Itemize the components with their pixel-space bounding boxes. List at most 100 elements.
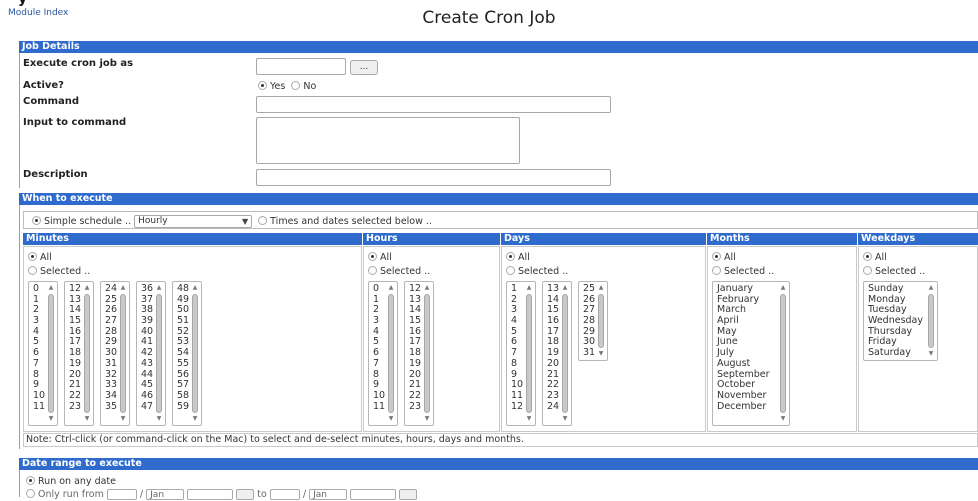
minute-listbox[interactable]: 36 37 38 39 40 41 42 43 44 45 46 47 ▲ ▼ [136, 281, 166, 426]
hours-selected-radio[interactable] [368, 266, 377, 275]
minute-option[interactable]: 22 [69, 390, 81, 402]
from-month-select[interactable]: Jan [146, 489, 185, 500]
user-chooser-button[interactable]: ... [350, 60, 378, 75]
day-listbox[interactable]: 25 26 27 28 29 30 31 ▲ ▼ [578, 281, 608, 361]
scroll-up-icon[interactable]: ▲ [387, 284, 395, 292]
weekdays-selected-radio[interactable] [863, 266, 872, 275]
minute-option[interactable]: 35 [105, 401, 117, 413]
day-listbox[interactable]: 13 14 15 16 17 18 19 20 21 22 23 24 ▲ ▼ [542, 281, 572, 426]
scrollbar[interactable]: ▲ ▼ [423, 284, 431, 423]
active-yes-radio[interactable] [258, 81, 267, 90]
month-option[interactable]: December [717, 401, 770, 413]
active-no-radio[interactable] [291, 81, 301, 90]
scrollbar[interactable]: ▲ ▼ [927, 284, 935, 358]
minute-listbox[interactable]: 12 13 14 15 16 17 18 19 20 21 22 23 ▲ ▼ [64, 281, 94, 426]
day-option[interactable]: 24 [547, 401, 559, 413]
from-day-input[interactable] [106, 489, 137, 500]
scroll-up-icon[interactable]: ▲ [927, 284, 935, 292]
scrollbar[interactable]: ▲ ▼ [779, 284, 787, 423]
command-input[interactable] [256, 96, 611, 113]
hour-option[interactable]: 19 [409, 358, 421, 370]
to-day-input[interactable] [269, 489, 300, 500]
scroll-thumb[interactable] [562, 294, 568, 413]
months-selected-radio[interactable] [712, 266, 721, 275]
month-listbox[interactable]: January February March April May June July Augu… [712, 281, 790, 426]
hour-option[interactable]: 22 [409, 390, 421, 402]
scroll-thumb[interactable] [526, 294, 532, 413]
minute-option[interactable]: 7 [33, 358, 45, 370]
minute-option[interactable]: 46 [141, 390, 153, 402]
scroll-up-icon[interactable]: ▲ [47, 284, 55, 292]
any-date-radio[interactable] [26, 476, 35, 485]
hour-option[interactable]: 11 [373, 401, 385, 413]
from-calendar-button[interactable] [236, 489, 255, 500]
minute-option[interactable]: 10 [33, 390, 45, 402]
month-option[interactable]: November [717, 390, 770, 402]
scrollbar[interactable]: ▲ ▼ [119, 284, 127, 423]
simple-schedule-radio[interactable] [32, 216, 41, 225]
scroll-down-icon[interactable]: ▼ [387, 415, 395, 423]
weekday-option[interactable]: Saturday [868, 347, 923, 359]
minutes-all-radio[interactable] [28, 252, 37, 261]
scrollbar[interactable]: ▲ ▼ [47, 284, 55, 423]
scrollbar[interactable]: ▲ ▼ [525, 284, 533, 423]
day-listbox[interactable]: 1 2 3 4 5 6 7 8 9 10 11 12 ▲ ▼ [506, 281, 536, 426]
minute-option[interactable]: 58 [177, 390, 189, 402]
months-all-radio[interactable] [712, 252, 721, 261]
scroll-up-icon[interactable]: ▲ [779, 284, 787, 292]
simple-schedule-select[interactable]: Hourly ▼ [134, 215, 253, 228]
scrollbar[interactable]: ▲ ▼ [191, 284, 199, 423]
scroll-thumb[interactable] [388, 294, 394, 413]
minute-option[interactable]: 19 [69, 358, 81, 370]
scrollbar[interactable]: ▲ ▼ [597, 284, 605, 358]
scroll-thumb[interactable] [192, 294, 198, 413]
scroll-up-icon[interactable]: ▲ [119, 284, 127, 292]
minute-option[interactable]: 47 [141, 401, 153, 413]
scroll-thumb[interactable] [424, 294, 430, 413]
weekday-listbox[interactable]: Sunday Monday Tuesday Wednesday Thursday Frid… [863, 281, 938, 361]
minute-option[interactable]: 34 [105, 390, 117, 402]
minute-listbox[interactable]: 48 49 50 51 52 53 54 55 56 57 58 59 ▲ ▼ [172, 281, 202, 426]
minute-listbox[interactable]: 24 25 26 27 28 29 30 31 32 33 34 35 ▲ ▼ [100, 281, 130, 426]
times-dates-radio[interactable] [258, 216, 268, 225]
to-calendar-button[interactable] [399, 489, 418, 500]
scroll-down-icon[interactable]: ▼ [561, 415, 569, 423]
scroll-up-icon[interactable]: ▲ [155, 284, 163, 292]
hour-listbox[interactable]: 12 13 14 15 16 17 18 19 20 21 22 23 ▲ ▼ [404, 281, 434, 426]
scroll-up-icon[interactable]: ▲ [83, 284, 91, 292]
hour-option[interactable]: 10 [373, 390, 385, 402]
from-year-input[interactable] [187, 489, 234, 500]
description-input[interactable] [256, 169, 611, 186]
scroll-down-icon[interactable]: ▼ [83, 415, 91, 423]
minute-option[interactable]: 59 [177, 401, 189, 413]
scroll-thumb[interactable] [156, 294, 162, 413]
days-all-radio[interactable] [506, 252, 515, 261]
minute-option[interactable]: 55 [177, 358, 189, 370]
scroll-up-icon[interactable]: ▲ [423, 284, 431, 292]
scroll-thumb[interactable] [84, 294, 90, 413]
hour-option[interactable]: 23 [409, 401, 421, 413]
scroll-up-icon[interactable]: ▲ [597, 284, 605, 292]
scrollbar[interactable]: ▲ ▼ [83, 284, 91, 423]
minute-option[interactable]: 23 [69, 401, 81, 413]
weekdays-all-radio[interactable] [863, 252, 872, 261]
day-option[interactable]: 11 [511, 390, 523, 402]
execute-as-input[interactable] [256, 58, 346, 75]
scroll-thumb[interactable] [928, 294, 934, 348]
days-selected-radio[interactable] [506, 266, 515, 275]
hour-option[interactable]: 7 [373, 358, 385, 370]
day-option[interactable]: 31 [583, 347, 595, 359]
month-option[interactable]: August [717, 358, 770, 370]
scroll-down-icon[interactable]: ▼ [155, 415, 163, 423]
scroll-thumb[interactable] [120, 294, 126, 413]
scroll-up-icon[interactable]: ▲ [561, 284, 569, 292]
minute-option[interactable]: 43 [141, 358, 153, 370]
minutes-selected-radio[interactable] [28, 266, 37, 275]
input-to-command-textarea[interactable] [256, 117, 520, 164]
scroll-down-icon[interactable]: ▼ [423, 415, 431, 423]
day-option[interactable]: 8 [511, 358, 523, 370]
scroll-down-icon[interactable]: ▼ [47, 415, 55, 423]
to-year-input[interactable] [350, 489, 397, 500]
scroll-thumb[interactable] [598, 294, 604, 348]
scroll-down-icon[interactable]: ▼ [597, 350, 605, 358]
